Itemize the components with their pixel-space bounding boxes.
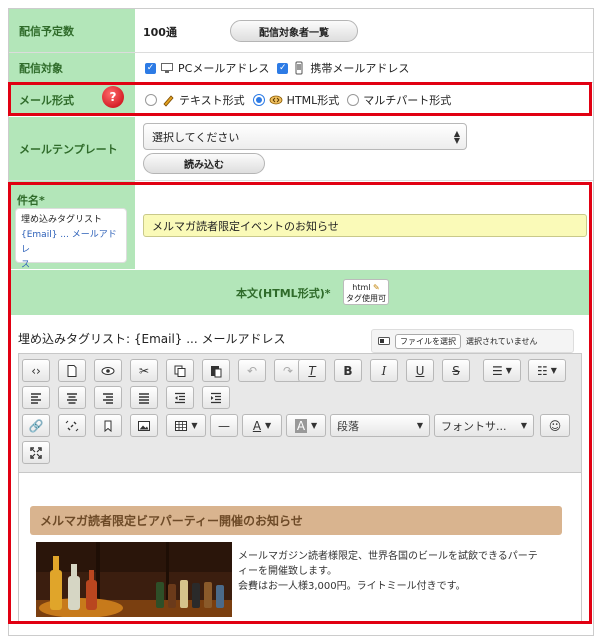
mobile-mail-label: 携帯メールアドレス xyxy=(310,62,410,75)
template-label: メールテンプレート xyxy=(9,117,135,180)
template-select-value: 選択してください xyxy=(152,130,240,144)
mobile-phone-icon xyxy=(295,61,303,75)
mobile-checkbox[interactable]: ✓ xyxy=(277,62,289,74)
delivery-target-label: 配信対象 xyxy=(9,53,135,82)
subject-body-highlight xyxy=(8,182,592,624)
pc-mail-label: PCメールアドレス xyxy=(178,62,270,75)
select-arrows-icon: ▲ ▼ xyxy=(453,129,460,145)
recipient-list-button[interactable]: 配信対象者一覧 xyxy=(230,20,358,42)
monitor-icon xyxy=(161,63,173,73)
delivery-count-label: 配信予定数 xyxy=(9,9,135,52)
delivery-count-value: 100通 xyxy=(143,26,177,39)
template-select[interactable]: 選択してください ▲ ▼ xyxy=(143,123,467,150)
mail-format-highlight xyxy=(8,82,592,116)
load-template-button[interactable]: 読み込む xyxy=(143,153,265,174)
pc-checkbox[interactable]: ✓ xyxy=(145,62,156,74)
